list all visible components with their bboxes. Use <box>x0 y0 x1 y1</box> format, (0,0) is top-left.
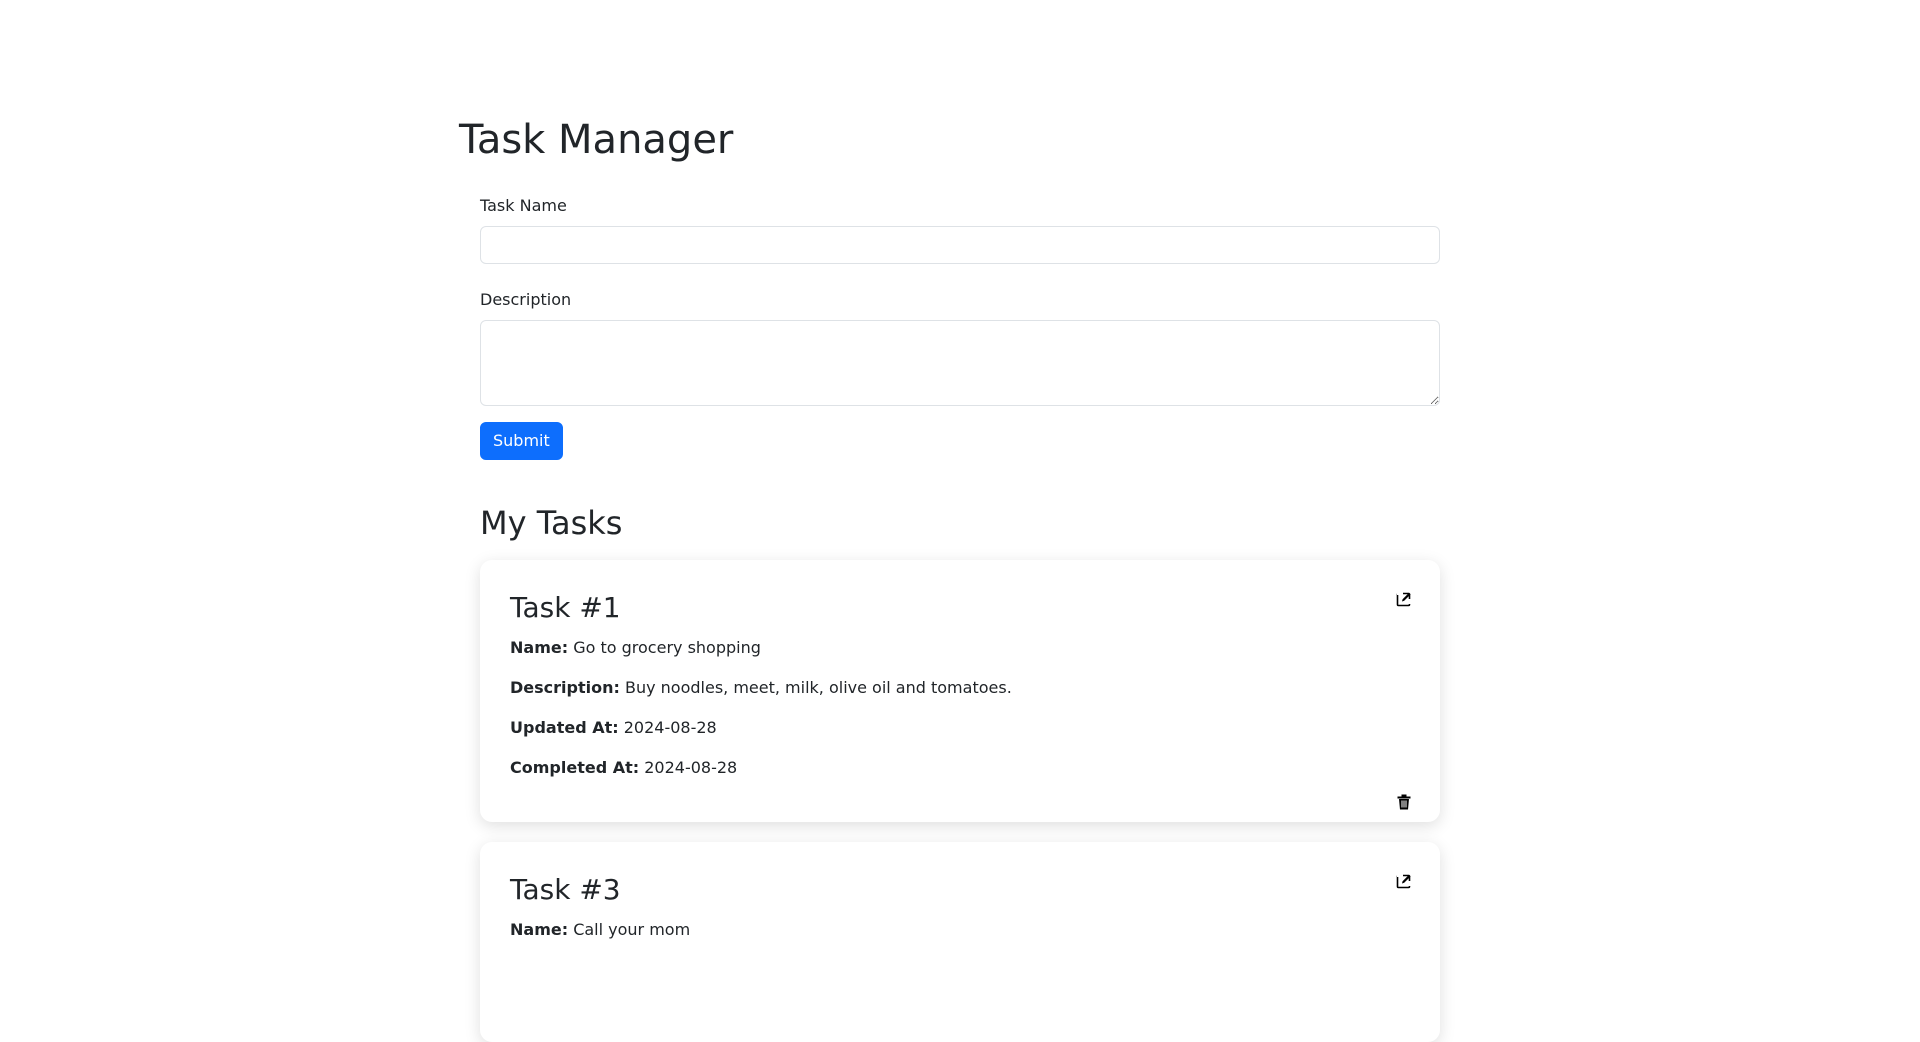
edit-icon-graphic <box>1396 592 1411 607</box>
trash-icon-graphic <box>1397 794 1411 810</box>
task-title: Task #3 <box>510 873 621 906</box>
edit-icon[interactable] <box>1392 869 1416 893</box>
description-label: Description <box>480 290 572 309</box>
completed-at-label: Completed At: <box>510 758 640 777</box>
task-updated-field: Updated At: 2024-08-28 <box>510 716 1410 740</box>
submit-button[interactable]: Submit <box>480 422 563 460</box>
description-textarea[interactable] <box>480 320 1440 406</box>
task-form: Task Name Description Submit <box>480 194 1440 460</box>
task-description-value: Buy noodles, meet, milk, olive oil and t… <box>624 678 1012 697</box>
task-updated-value: 2024-08-28 <box>623 718 717 737</box>
task-name-label: Task Name <box>480 196 567 215</box>
task-description-field: Description: Buy noodles, meet, milk, ol… <box>510 676 1410 700</box>
page-title: Task Manager <box>459 117 734 163</box>
task-card: Task #3 Name: Call your mom <box>480 842 1440 1042</box>
task-completed-field: Completed At: 2024-08-28 <box>510 756 1410 780</box>
name-label: Name: <box>510 920 569 939</box>
edit-icon-graphic <box>1396 874 1411 889</box>
description-field-label: Description: <box>510 678 620 697</box>
task-name-value: Go to grocery shopping <box>573 638 761 657</box>
task-name-value: Call your mom <box>573 920 691 939</box>
edit-icon[interactable] <box>1392 587 1416 611</box>
task-name-field: Name: Call your mom <box>510 918 1410 942</box>
task-completed-value: 2024-08-28 <box>644 758 738 777</box>
trash-icon[interactable] <box>1392 790 1416 814</box>
task-name-field: Name: Go to grocery shopping <box>510 636 1410 660</box>
updated-at-label: Updated At: <box>510 718 619 737</box>
task-title: Task #1 <box>510 591 621 624</box>
my-tasks-heading: My Tasks <box>480 504 623 542</box>
task-card: Task #1 Name: Go to grocery shopping Des… <box>480 560 1440 822</box>
task-name-input[interactable] <box>480 226 1440 264</box>
name-label: Name: <box>510 638 569 657</box>
